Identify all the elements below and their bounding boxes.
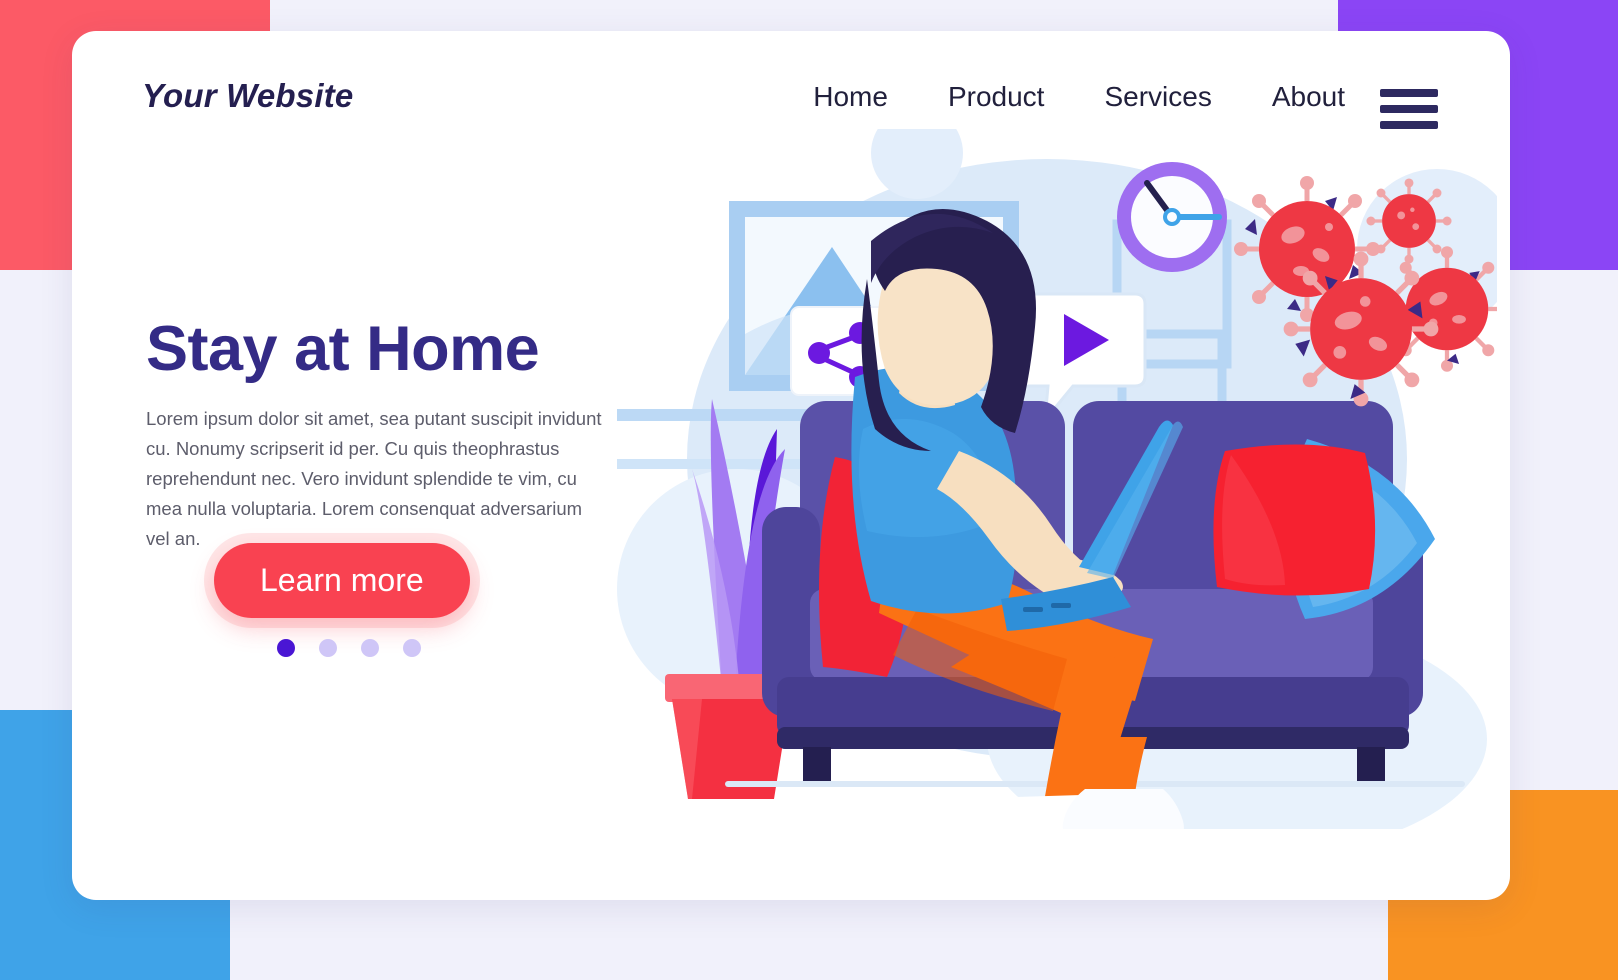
main-navigation: Home Product Services About xyxy=(813,81,1345,113)
hero-card: Your Website Home Product Services About… xyxy=(72,31,1510,900)
carousel-dot-4[interactable] xyxy=(403,639,421,657)
nav-item-home[interactable]: Home xyxy=(813,81,888,113)
hamburger-bar xyxy=(1380,89,1438,97)
carousel-pagination xyxy=(277,639,421,657)
wall-clock-icon xyxy=(1117,162,1227,272)
virus-particle xyxy=(1366,178,1452,264)
hero-illustration xyxy=(617,129,1497,829)
carousel-dot-2[interactable] xyxy=(319,639,337,657)
hero-copy: Stay at Home Lorem ipsum dolor sit amet,… xyxy=(146,316,676,554)
learn-more-button[interactable]: Learn more xyxy=(214,543,470,618)
hamburger-bar xyxy=(1380,105,1438,113)
site-header: Your Website Home Product Services About xyxy=(72,31,1510,159)
page-title: Stay at Home xyxy=(146,314,540,384)
nav-item-product[interactable]: Product xyxy=(948,81,1045,113)
cta-container: Learn more xyxy=(214,543,470,618)
carousel-dot-1[interactable] xyxy=(277,639,295,657)
page-root: Your Website Home Product Services About… xyxy=(0,0,1618,980)
nav-item-services[interactable]: Services xyxy=(1104,81,1211,113)
carousel-dot-3[interactable] xyxy=(361,639,379,657)
hamburger-menu-icon[interactable] xyxy=(1380,89,1438,129)
nav-item-about[interactable]: About xyxy=(1272,81,1345,113)
virus-particle xyxy=(1283,251,1439,407)
site-logo[interactable]: Your Website xyxy=(142,77,353,115)
cushion-red-right xyxy=(1213,444,1376,596)
hero-paragraph: Lorem ipsum dolor sit amet, sea putant s… xyxy=(146,408,602,550)
hamburger-bar xyxy=(1380,121,1438,129)
